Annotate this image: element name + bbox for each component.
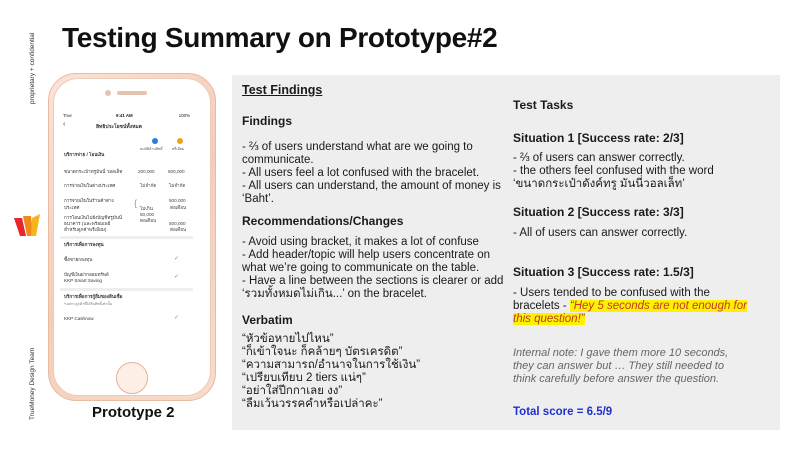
row-store-label2: ประเทศ: [64, 205, 80, 210]
check-icon: ✓: [174, 256, 180, 262]
truemoney-logo-icon: [14, 214, 40, 236]
section-loan-note: *เฉพาะลูกค้าที่ได้รับสิทธิ์เท่านั้น: [64, 302, 113, 306]
row-store-v2a: 500,000: [169, 198, 186, 203]
home-button: [116, 362, 148, 394]
row-store-label: การจ่ายเงินในร้านค้าต่าง: [64, 198, 114, 203]
speaker-grille: [117, 91, 147, 95]
tier1-badge-icon: [152, 138, 158, 144]
status-bar: True 9:41 AM 100%: [60, 112, 193, 120]
finding-line: ‘Baht’.: [242, 193, 274, 205]
row-transfer-v2b: ต่อเดือน: [170, 227, 187, 232]
bracket-v1b: 50,000: [140, 212, 155, 217]
tier2-badge-icon: [177, 138, 183, 144]
tier2-label: พรีเมียม: [172, 147, 185, 151]
verbatim-line: “หัวข้อหายไปไหน”: [242, 333, 334, 345]
findings-title: Findings: [242, 114, 292, 128]
situation-1-title: Situation 1 [Success rate: 2/3]: [513, 131, 684, 145]
clock-label: 9:41 AM: [116, 113, 133, 118]
user-quote-highlight: “Hey 5 seconds are not enough for: [569, 300, 747, 312]
finding-line: - All users feel a lot confused with the…: [242, 167, 480, 179]
section-divider: [60, 288, 193, 291]
internal-note-line: think carefully before answer the questi…: [513, 373, 720, 385]
section-loan-title: บริการเพื่อการกู้ยืมของสินเชื่อ: [64, 294, 123, 299]
prototype-label: Prototype 2: [92, 404, 175, 421]
row-overseas-v2: ไม่จำกัด: [169, 183, 186, 188]
situation-1-line: ‘ขนาดกระเป๋าดังค์ทรู มันนี่วอลเล็ท’: [513, 178, 685, 190]
situation-2-line: - All of users can answer correctly.: [513, 227, 688, 239]
page-title: Testing Summary on Prototype#2: [62, 22, 498, 53]
findings-panel: Test Findings Findings - ⅔ of users unde…: [232, 75, 780, 430]
section-transfer-title: บริการจ่าย / โอนเงิน: [64, 152, 105, 157]
recommendations-title: Recommendations/Changes: [242, 214, 404, 228]
bracket-v1c: ต่อเดือน: [140, 218, 157, 223]
situation-3-prefix: bracelets -: [513, 300, 570, 312]
verbatim-line: “ลืมเว้นวรรคคำหรือเปล่าคะ”: [242, 398, 383, 410]
verbatim-title: Verbatim: [242, 313, 293, 327]
findings-heading: Test Findings: [242, 83, 323, 97]
row-wallet-size-v2: 500,000: [168, 169, 185, 174]
recommendation-line: what we’re going to communicate on the t…: [242, 262, 480, 274]
loan-row-cashnow[interactable]: KKP Cashnow: [64, 316, 94, 321]
carrier-label: True: [63, 113, 72, 118]
section-invest-title: บริการเพื่อการลงทุน: [64, 242, 104, 247]
tasks-heading: Test Tasks: [513, 98, 574, 112]
verbatim-line: “อย่าใส่ปีกกาเลย งง”: [242, 385, 343, 397]
internal-note-line: they can answer but … They still needed …: [513, 360, 724, 372]
situation-1-line: - ⅔ of users can answer correctly.: [513, 152, 685, 164]
situation-2-title: Situation 2 [Success rate: 3/3]: [513, 205, 684, 219]
row-transfer-v2a: 500,000: [169, 221, 186, 226]
finding-line: communicate.: [242, 154, 314, 166]
verbatim-line: “ก็เข้าใจนะ ก็คล้ายๆ บัตรเครดิต”: [242, 346, 403, 358]
recommendation-line: ‘รวมทั้งหมดไม่เกิน...’ on the bracelet.: [242, 288, 427, 300]
battery-label: 100%: [178, 113, 190, 118]
invest-row-kkp[interactable]: KKP Smart Saving: [64, 278, 102, 283]
situation-3-line3: this question!”: [513, 313, 585, 327]
screen-title: สิทธิประโยชน์ทั้งหมด: [96, 124, 142, 130]
situation-3-line2: bracelets - “Hey 5 seconds are not enoug…: [513, 300, 747, 314]
back-chevron-icon[interactable]: ‹: [63, 121, 65, 128]
total-score: Total score = 6.5/9: [513, 406, 613, 418]
recommendation-line: - Have a line between the sections is cl…: [242, 275, 504, 287]
camera-icon: [105, 90, 111, 96]
verbatim-line: “เปรียบเทียบ 2 tiers แน่ๆ”: [242, 372, 366, 384]
recommendation-line: - Avoid using bracket, it makes a lot of…: [242, 236, 479, 248]
invest-row-fund[interactable]: ซื้อขายกองทุน: [64, 257, 92, 264]
confidential-label: proprietary + confidential: [29, 32, 36, 104]
nav-bar: ‹ สิทธิประโยชน์ทั้งหมด: [60, 121, 193, 133]
internal-note-line: Internal note: I gave them more 10 secon…: [513, 347, 729, 359]
row-overseas-v1: ไม่จำกัด: [140, 183, 157, 188]
check-icon: ✓: [174, 274, 180, 280]
finding-line: - All users can understand, the amount o…: [242, 180, 501, 192]
row-wallet-size-v1: 200,000: [138, 169, 155, 174]
team-label: TrueMoney Design Team: [29, 347, 36, 420]
situation-1-line: - the others feel confused with the word: [513, 165, 714, 177]
check-icon: ✓: [174, 315, 180, 321]
row-transfer-label3: สำหรับลูกค้าพรีเมียม): [64, 227, 107, 232]
row-overseas-label: การจ่ายเงินในต่างประเทศ: [64, 183, 116, 188]
tier1-label: สมบัติล้านสิทธิ์: [140, 147, 163, 151]
row-store-v2b: ต่อเดือน: [170, 205, 187, 210]
situation-3-line: - Users tended to be confused with the: [513, 287, 710, 299]
user-quote-highlight: this question!”: [513, 313, 585, 325]
finding-line: - ⅔ of users understand what are we goin…: [242, 141, 473, 153]
situation-3-title: Situation 3 [Success rate: 1.5/3]: [513, 265, 694, 279]
section-divider: [60, 236, 193, 239]
recommendation-line: - Add header/topic will help users conce…: [242, 249, 491, 261]
verbatim-line: “ความสามารถ/อำนาจในการใช้เงิน”: [242, 359, 421, 371]
bracket-brace-icon: {: [134, 198, 138, 208]
phone-screen: True 9:41 AM 100% ‹ สิทธิประโยชน์ทั้งหมด…: [60, 112, 193, 350]
row-wallet-size-label: ขนาดกระเป๋าทรูมันนี่ วอลเล็ท: [64, 169, 123, 174]
